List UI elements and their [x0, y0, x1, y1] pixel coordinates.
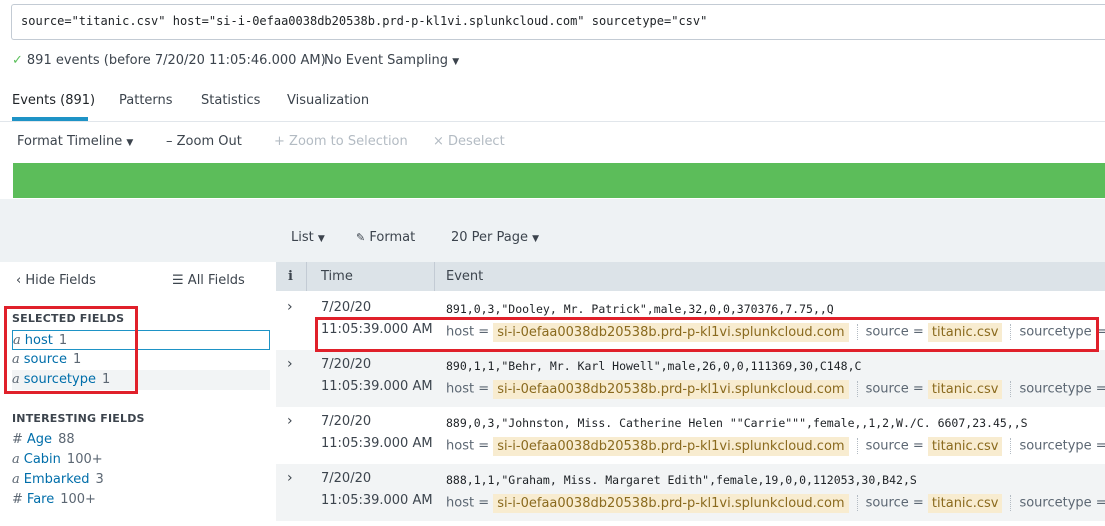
fields-sidebar: ‹ Hide Fields ☰ All Fields SELECTED FIEL…: [0, 262, 274, 526]
zoom-to-selection-button[interactable]: + Zoom to Selection: [274, 134, 408, 149]
event-metadata: host = si-i-0efaa0038db20538b.prd-p-kl1v…: [446, 379, 1105, 399]
event-raw-text: 889,0,3,"Johnston, Miss. Catherine Helen…: [446, 416, 1028, 430]
selected-fields-highlight: [4, 306, 138, 394]
tab-patterns[interactable]: Patterns: [119, 93, 173, 108]
event-metadata: host = si-i-0efaa0038db20538b.prd-p-kl1v…: [446, 436, 1105, 456]
list-view-dropdown[interactable]: List ▼: [291, 230, 325, 245]
hide-fields-button[interactable]: ‹ Hide Fields: [16, 273, 96, 288]
caret-down-icon: ▼: [126, 138, 134, 148]
event-metadata: host = si-i-0efaa0038db20538b.prd-p-kl1v…: [446, 493, 1105, 513]
info-column-header: i: [288, 269, 293, 284]
tab-events[interactable]: Events (891): [12, 93, 95, 108]
host-value[interactable]: si-i-0efaa0038db20538b.prd-p-kl1vi.splun…: [493, 493, 849, 513]
string-type-icon: a: [12, 452, 20, 467]
event-raw-text: 890,1,1,"Behr, Mr. Karl Howell",male,26,…: [446, 359, 862, 373]
event-date: 7/20/20: [321, 471, 372, 486]
table-row: › 7/20/20 11:05:39.000 AM 889,0,3,"Johns…: [276, 407, 1105, 464]
format-button[interactable]: ✎ Format: [356, 230, 415, 245]
number-type-icon: #: [12, 492, 23, 507]
pencil-icon: ✎: [356, 231, 366, 244]
deselect-button[interactable]: × Deselect: [433, 134, 505, 149]
number-type-icon: #: [12, 432, 23, 447]
table-row: › 7/20/20 11:05:39.000 AM 890,1,1,"Behr,…: [276, 350, 1105, 407]
events-table-header: i Time Event: [276, 262, 1105, 291]
event-time: 11:05:39.000 AM: [321, 493, 433, 508]
expand-chevron-icon[interactable]: ›: [287, 413, 293, 429]
source-value[interactable]: titanic.csv: [927, 493, 1003, 513]
interesting-fields-heading: INTERESTING FIELDS: [12, 412, 145, 425]
field-cabin[interactable]: a Cabin 100+: [12, 450, 270, 470]
event-date: 7/20/20: [321, 357, 372, 372]
source-value[interactable]: titanic.csv: [927, 379, 1003, 399]
results-controls-area: [0, 199, 1105, 262]
event-date: 7/20/20: [321, 300, 372, 315]
all-fields-button[interactable]: ☰ All Fields: [172, 273, 245, 288]
check-icon: ✓: [12, 53, 23, 68]
event-column-header: Event: [446, 269, 484, 284]
event-time: 11:05:39.000 AM: [321, 379, 433, 394]
table-row: › 7/20/20 11:05:39.000 AM 888,1,1,"Graha…: [276, 464, 1105, 521]
caret-down-icon: ▼: [452, 57, 460, 67]
timeline-histogram[interactable]: [13, 163, 1105, 198]
results-tabs: Events (891) Patterns Statistics Visuali…: [0, 82, 1105, 122]
field-fare[interactable]: # Fare 100+: [12, 490, 270, 510]
tab-visualization[interactable]: Visualization: [287, 93, 369, 108]
field-age[interactable]: # Age 88: [12, 430, 270, 450]
event-raw-text: 891,0,3,"Dooley, Mr. Patrick",male,32,0,…: [446, 302, 834, 316]
event-count-summary: 891 events (before 7/20/20 11:05:46.000 …: [26, 53, 326, 68]
event-raw-text: 888,1,1,"Graham, Miss. Margaret Edith",f…: [446, 473, 917, 487]
expand-chevron-icon[interactable]: ›: [287, 470, 293, 486]
event-time: 11:05:39.000 AM: [321, 436, 433, 451]
search-input[interactable]: source="titanic.csv" host="si-i-0efaa003…: [11, 4, 1105, 40]
caret-down-icon: ▼: [532, 234, 540, 244]
minus-icon: –: [166, 134, 173, 149]
column-divider: [306, 262, 307, 291]
chevron-left-icon: ‹: [16, 273, 22, 288]
caret-down-icon: ▼: [317, 234, 325, 244]
field-embarked[interactable]: a Embarked 3: [12, 470, 270, 490]
active-tab-indicator: [12, 117, 88, 121]
host-value[interactable]: si-i-0efaa0038db20538b.prd-p-kl1vi.splun…: [493, 379, 849, 399]
expand-chevron-icon[interactable]: ›: [287, 299, 293, 315]
source-value[interactable]: titanic.csv: [927, 436, 1003, 456]
timeline-toolbar: Format Timeline ▼ – Zoom Out + Zoom to S…: [0, 123, 1105, 159]
host-value[interactable]: si-i-0efaa0038db20538b.prd-p-kl1vi.splun…: [493, 436, 849, 456]
event-sampling-dropdown[interactable]: No Event Sampling ▼: [324, 53, 459, 68]
search-query-text: source="titanic.csv" host="si-i-0efaa003…: [21, 14, 708, 28]
job-status: ✓ 891 events (before 7/20/20 11:05:46.000…: [12, 53, 459, 71]
string-type-icon: a: [12, 472, 20, 487]
zoom-out-button[interactable]: – Zoom Out: [166, 134, 242, 149]
format-timeline-button[interactable]: Format Timeline ▼: [17, 134, 133, 149]
plus-icon: +: [274, 134, 285, 149]
per-page-dropdown[interactable]: 20 Per Page ▼: [451, 230, 539, 245]
tab-statistics[interactable]: Statistics: [201, 93, 260, 108]
column-divider: [434, 262, 435, 291]
time-column-header[interactable]: Time: [321, 269, 353, 284]
expand-chevron-icon[interactable]: ›: [287, 356, 293, 372]
list-icon: ☰: [172, 273, 184, 288]
event-date: 7/20/20: [321, 414, 372, 429]
metadata-highlight: [315, 317, 1099, 352]
close-icon: ×: [433, 134, 444, 149]
